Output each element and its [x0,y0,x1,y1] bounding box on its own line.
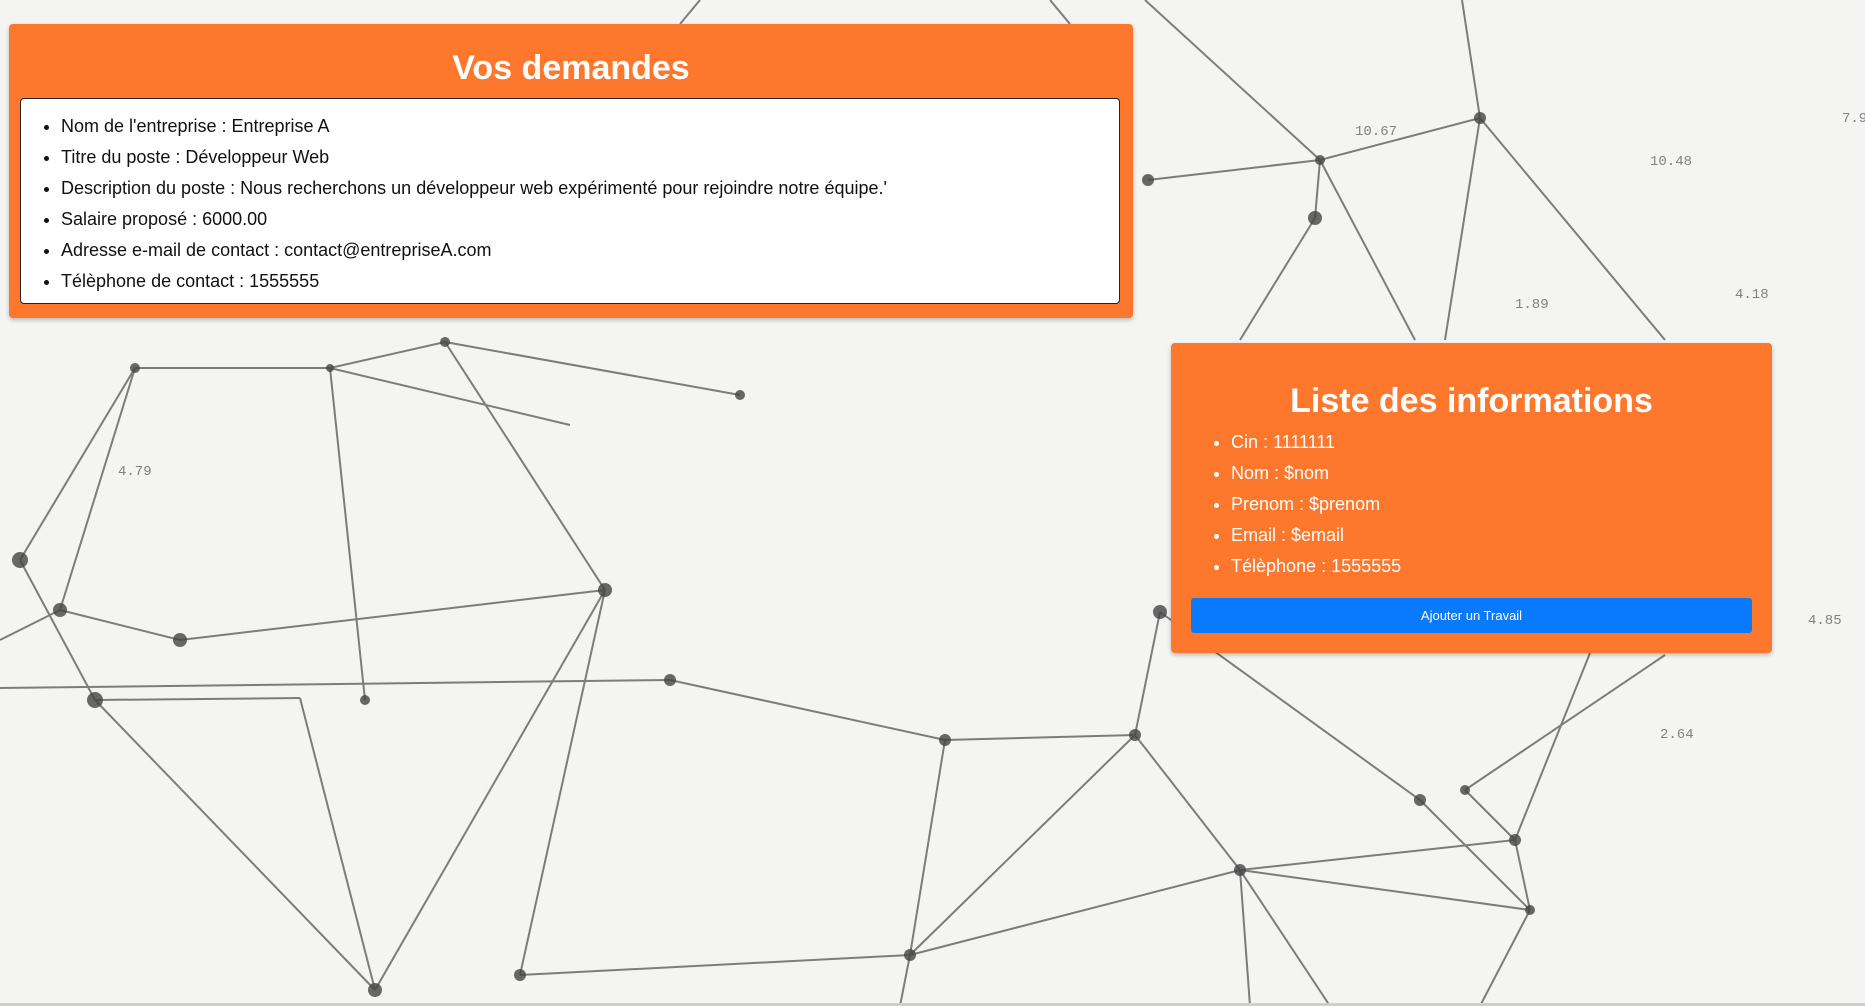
bg-label: 10.67 [1355,124,1397,140]
list-item: Télèphone : 1555555 [1231,551,1772,582]
list-item: Titre du poste : Développeur Web [61,142,1119,173]
list-item: Email : $email [1231,520,1772,551]
informations-panel: Liste des informations Cin : 1111111 Nom… [1171,343,1772,653]
list-item: Nom de l'entreprise : Entreprise A [61,111,1119,142]
add-job-button[interactable]: Ajouter un Travail [1191,598,1752,633]
demandes-title: Vos demandes [452,49,690,87]
bg-label: 4.79 [118,464,152,480]
bg-label: 10.48 [1650,154,1692,170]
list-item: Nom : $nom [1231,458,1772,489]
list-item: Salaire proposé : 6000.00 [61,204,1119,235]
bg-label: 4.85 [1808,613,1842,629]
demandes-list-box: Nom de l'entreprise : Entreprise A Titre… [20,98,1120,304]
demandes-panel: Vos demandes Nom de l'entreprise : Entre… [9,24,1133,318]
bg-label: 4.18 [1735,287,1769,303]
list-item: Description du poste : Nous recherchons … [61,173,1119,204]
list-item: Télèphone de contact : 1555555 [61,266,1119,297]
informations-list: Cin : 1111111 Nom : $nom Prenom : $preno… [1171,427,1772,582]
bg-label: 2.64 [1660,727,1694,743]
bg-label: 1.89 [1515,297,1549,313]
list-item: Adresse e-mail de contact : contact@entr… [61,235,1119,266]
informations-title: Liste des informations [1290,382,1653,420]
list-item: Prenom : $prenom [1231,489,1772,520]
bg-label: 7.9 [1842,111,1865,127]
demandes-list: Nom de l'entreprise : Entreprise A Titre… [21,99,1119,297]
list-item: Cin : 1111111 [1231,427,1772,458]
